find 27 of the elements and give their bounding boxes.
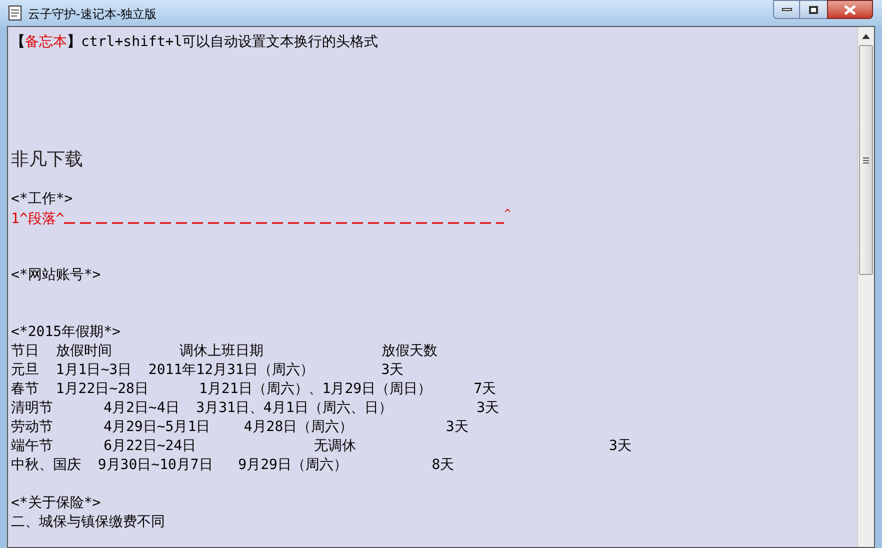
- window-title: 云子守护-速记本-独立版: [28, 6, 157, 23]
- paragraph-marker: 1^段落^: [11, 210, 64, 228]
- note-line: 端午节 6月22日~24日 无调休 3天: [11, 437, 632, 456]
- notepad-icon: [8, 5, 22, 21]
- scrollbar-thumb[interactable]: [859, 45, 873, 275]
- note-line: <*工作*>: [11, 190, 73, 209]
- note-line: 清明节 4月2日~4日 3月31日、4月1日（周六、日） 3天: [11, 399, 500, 418]
- note-line: 二、城保与镇保缴费不同: [11, 513, 165, 532]
- note-line: 节日 放假时间 调休上班日期 放假天数: [11, 342, 438, 361]
- close-icon: [844, 4, 856, 14]
- note-line: <*网站账号*>: [11, 266, 101, 285]
- memo-header: 【备忘本】ctrl+shift+l可以自动设置文本换行的头格式: [11, 33, 378, 52]
- note-line: 劳动节 4月29日~5月1日 4月28日（周六） 3天: [11, 418, 468, 437]
- note-line: 元旦 1月1日~3日 2011年12月31日（周六） 3天: [11, 361, 404, 380]
- scroll-up-icon[interactable]: [862, 34, 870, 39]
- note-line: 春节 1月22日~28日 1月21日（周六）、1月29日（周日） 7天: [11, 380, 496, 399]
- maximize-button[interactable]: [800, 0, 827, 19]
- close-button[interactable]: [827, 0, 873, 19]
- note-heading: 非凡下载: [11, 148, 83, 172]
- minimize-button[interactable]: [773, 0, 800, 19]
- paragraph-end-marker: ^: [504, 209, 511, 219]
- text-editor[interactable]: [8, 27, 857, 547]
- vertical-scrollbar[interactable]: [857, 27, 874, 547]
- note-line: <*关于保险*>: [11, 494, 101, 513]
- note-line: 中秋、国庆 9月30日~10月7日 9月29日（周六） 8天: [11, 456, 454, 475]
- grip-icon: [863, 156, 869, 164]
- note-line: <*2015年假期*>: [11, 323, 120, 342]
